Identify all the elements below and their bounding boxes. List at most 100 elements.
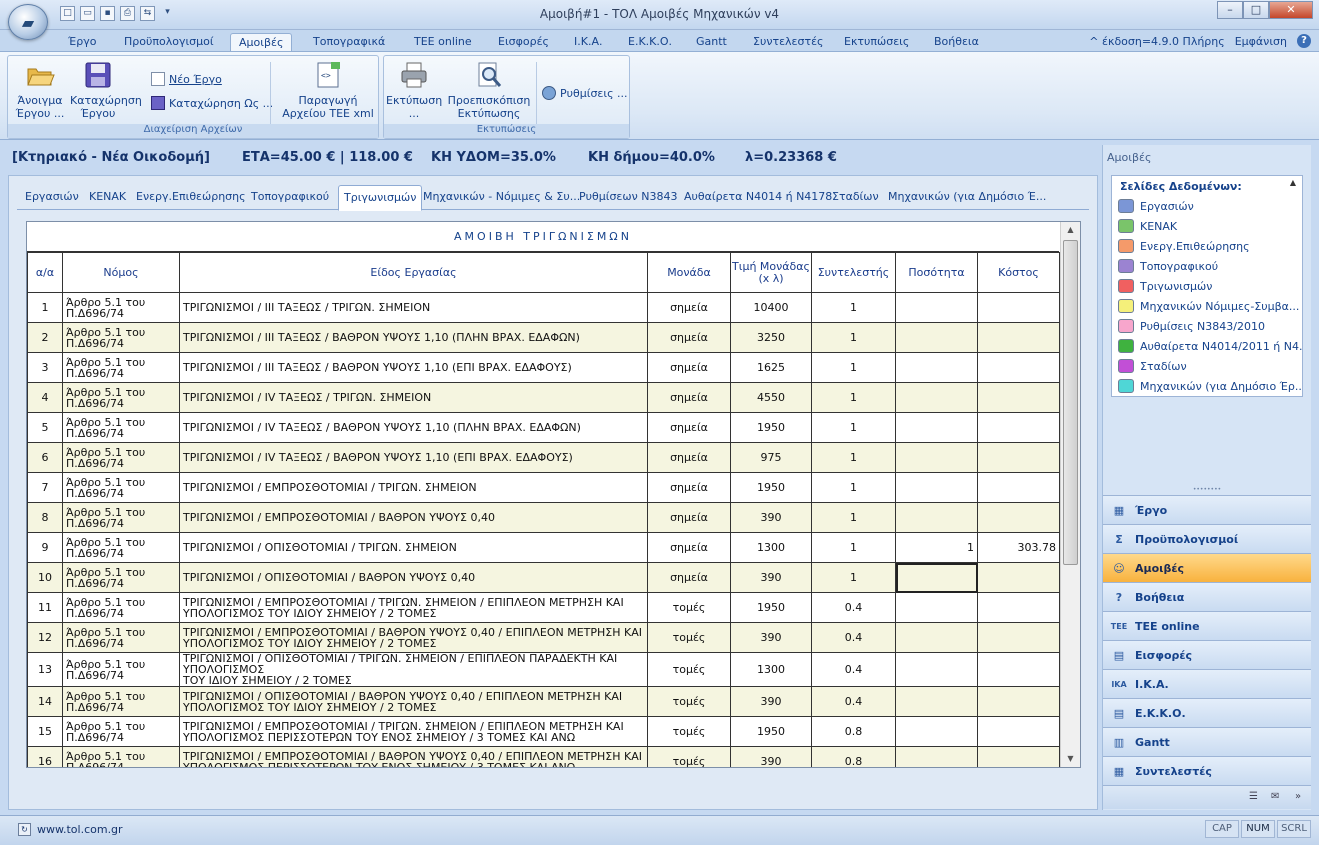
data-page-item[interactable]: Εργασιών <box>1112 196 1302 216</box>
cell-law[interactable]: Άρθρο 5.1 του Π.Δ696/74 <box>62 562 180 593</box>
scroll-down-arrow-icon[interactable]: ▼ <box>1061 751 1080 767</box>
table-row[interactable]: 7 Άρθρο 5.1 του Π.Δ696/74 ΤΡΙΓΩΝΙΣΜΟΙ / ΕΜΠ… <box>27 472 1060 503</box>
mail-icon[interactable]: ✉ <box>1271 791 1279 802</box>
data-page-item[interactable]: Σταδίων <box>1112 356 1302 376</box>
data-page-item[interactable]: ΚΕΝΑΚ <box>1112 216 1302 236</box>
cell-law[interactable]: Άρθρο 5.1 του Π.Δ696/74 <box>62 442 180 473</box>
generate-tee-xml-button[interactable]: <> ΠαραγωγήΑρχείου ΤΕΕ xml ... <box>278 60 378 133</box>
cell-coefficient[interactable]: 1 <box>811 502 896 533</box>
cell-quantity[interactable] <box>895 716 978 747</box>
scroll-up-arrow-icon[interactable]: ▲ <box>1061 222 1080 238</box>
data-page-item[interactable]: Ρυθμίσεις Ν3843/2010 <box>1112 316 1302 336</box>
print-preview-button[interactable]: Προεπισκόπιση Εκτύπωσης <box>444 60 534 120</box>
cell-coefficient[interactable]: 1 <box>811 382 896 413</box>
subtab-michanikon-dimosio[interactable]: Μηχανικών (για Δημόσιο Έ... <box>888 190 1046 203</box>
cell-unit[interactable]: τομές <box>647 746 731 767</box>
data-page-item[interactable]: Μηχανικών Νόμιμες-Συμβα... <box>1112 296 1302 316</box>
cell-coefficient[interactable]: 1 <box>811 352 896 383</box>
nav-button[interactable]: ▦ Συντελεστές <box>1103 756 1311 785</box>
tab-voitheia[interactable]: Βοήθεια <box>926 33 987 52</box>
tab-eisfores[interactable]: Εισφορές <box>490 33 557 52</box>
cell-quantity[interactable] <box>895 622 978 653</box>
cell-coefficient[interactable]: 1 <box>811 442 896 473</box>
cell-law[interactable]: Άρθρο 5.1 του Π.Δ696/74 <box>62 716 180 747</box>
nav-button[interactable]: ▤ Εισφορές <box>1103 640 1311 669</box>
cell-work-type[interactable]: ΤΡΙΓΩΝΙΣΜΟΙ / ΕΜΠΡΟΣΘΟΤΟΜΙΑΙ / ΒΑΘΡΟΝ ΥΨ… <box>179 746 648 767</box>
cell-unit[interactable]: σημεία <box>647 442 731 473</box>
cell-unit[interactable]: σημεία <box>647 562 731 593</box>
cell-work-type[interactable]: ΤΡΙΓΩΝΙΣΜΟΙ / ΕΜΠΡΟΣΘΟΤΟΜΙΑΙ / ΒΑΘΡΟΝ ΥΨ… <box>179 502 648 533</box>
cell-unit-price[interactable]: 390 <box>730 622 812 653</box>
cell-coefficient[interactable]: 0.8 <box>811 746 896 767</box>
cell-work-type[interactable]: ΤΡΙΓΩΝΙΣΜΟΙ / ΟΠΙΣΘΟΤΟΜΙΑΙ / ΤΡΙΓΩΝ. ΣΗΜ… <box>179 652 648 687</box>
subtab-energ-epitheorisis[interactable]: Ενεργ.Επιθεώρησης <box>136 190 246 203</box>
cell-unit-price[interactable]: 390 <box>730 502 812 533</box>
nav-button[interactable]: ▤ Ε.Κ.Κ.Ο. <box>1103 698 1311 727</box>
col-aa[interactable]: α/α <box>27 252 63 293</box>
cell-work-type[interactable]: ΤΡΙΓΩΝΙΣΜΟΙ / ΙΙΙ ΤΑΞΕΩΣ / ΤΡΙΓΩΝ. ΣΗΜΕΙ… <box>179 292 648 323</box>
cell-coefficient[interactable]: 1 <box>811 292 896 323</box>
tab-ektyposeis[interactable]: Εκτυπώσεις <box>836 33 917 52</box>
cell-law[interactable]: Άρθρο 5.1 του Π.Δ696/74 <box>62 622 180 653</box>
cell-law[interactable]: Άρθρο 5.1 του Π.Δ696/74 <box>62 652 180 687</box>
cell-work-type[interactable]: ΤΡΙΓΩΝΙΣΜΟΙ / ΟΠΙΣΘΟΤΟΜΙΑΙ / ΤΡΙΓΩΝ. ΣΗΜ… <box>179 532 648 563</box>
table-row[interactable]: 8 Άρθρο 5.1 του Π.Δ696/74 ΤΡΙΓΩΝΙΣΜΟΙ / ΕΜΠ… <box>27 502 1060 533</box>
cell-law[interactable]: Άρθρο 5.1 του Π.Δ696/74 <box>62 382 180 413</box>
minimize-button[interactable]: – <box>1217 1 1243 19</box>
view-menu[interactable]: Εμφάνιση <box>1235 35 1287 48</box>
cell-quantity[interactable] <box>895 592 978 623</box>
cell-work-type[interactable]: ΤΡΙΓΩΝΙΣΜΟΙ / ΕΜΠΡΟΣΘΟΤΟΜΙΑΙ / ΤΡΙΓΩΝ. Σ… <box>179 472 648 503</box>
cell-unit-price[interactable]: 1625 <box>730 352 812 383</box>
cell-unit[interactable]: τομές <box>647 686 731 717</box>
cell-unit[interactable]: σημεία <box>647 502 731 533</box>
table-row[interactable]: 9 Άρθρο 5.1 του Π.Δ696/74 ΤΡΙΓΩΝΙΣΜΟΙ / ΟΠΙ… <box>27 532 1060 563</box>
cell-coefficient[interactable]: 0.4 <box>811 592 896 623</box>
subtab-michanikon-nomimes[interactable]: Μηχανικών - Νόμιμες & Συ... <box>423 190 580 203</box>
cell-quantity[interactable] <box>895 746 978 767</box>
table-row[interactable]: 15 Άρθρο 5.1 του Π.Δ696/74 ΤΡΙΓΩΝΙΣΜΟΙ / ΕΜ… <box>27 716 1060 747</box>
subtab-topografikou[interactable]: Τοπογραφικού <box>251 190 329 203</box>
nav-button[interactable]: IKA Ι.Κ.Α. <box>1103 669 1311 698</box>
table-row[interactable]: 6 Άρθρο 5.1 του Π.Δ696/74 ΤΡΙΓΩΝΙΣΜΟΙ / ΙV … <box>27 442 1060 473</box>
cell-coefficient[interactable]: 0.4 <box>811 652 896 687</box>
nav-button[interactable]: ☺ Αμοιβές <box>1103 553 1311 582</box>
table-row[interactable]: 13 Άρθρο 5.1 του Π.Δ696/74 ΤΡΙΓΩΝΙΣΜΟΙ / ΟΠ… <box>27 652 1060 687</box>
print-button[interactable]: Εκτύπωση... <box>386 60 442 120</box>
table-row[interactable]: 5 Άρθρο 5.1 του Π.Δ696/74 ΤΡΙΓΩΝΙΣΜΟΙ / ΙV … <box>27 412 1060 443</box>
cell-unit-price[interactable]: 975 <box>730 442 812 473</box>
cell-unit-price[interactable]: 10400 <box>730 292 812 323</box>
cell-law[interactable]: Άρθρο 5.1 του Π.Δ696/74 <box>62 472 180 503</box>
cell-coefficient[interactable]: 0.4 <box>811 686 896 717</box>
cell-unit-price[interactable]: 1950 <box>730 592 812 623</box>
cell-unit[interactable]: σημεία <box>647 412 731 443</box>
subtab-kenak[interactable]: ΚΕΝΑΚ <box>89 190 126 203</box>
data-pages-header[interactable]: Σελίδες Δεδομένων: ▲ <box>1112 176 1302 196</box>
cell-work-type[interactable]: ΤΡΙΓΩΝΙΣΜΟΙ / ΙΙΙ ΤΑΞΕΩΣ / ΒΑΘΡΟΝ ΥΨΟΥΣ … <box>179 322 648 353</box>
nav-button[interactable]: TEE TEE online <box>1103 611 1311 640</box>
cell-work-type[interactable]: ΤΡΙΓΩΝΙΣΜΟΙ / ΙV ΤΑΞΕΩΣ / ΒΑΘΡΟΝ ΥΨΟΥΣ 1… <box>179 412 648 443</box>
table-row[interactable]: 14 Άρθρο 5.1 του Π.Δ696/74 ΤΡΙΓΩΝΙΣΜΟΙ / ΟΠ… <box>27 686 1060 717</box>
cell-unit-price[interactable]: 1950 <box>730 412 812 443</box>
cell-law[interactable]: Άρθρο 5.1 του Π.Δ696/74 <box>62 322 180 353</box>
configure-buttons-icon[interactable]: » <box>1295 791 1301 802</box>
col-quantity[interactable]: Ποσότητα <box>895 252 978 293</box>
table-row[interactable]: 10 Άρθρο 5.1 του Π.Δ696/74 ΤΡΙΓΩΝΙΣΜΟΙ / ΟΠ… <box>27 562 1060 593</box>
cell-coefficient[interactable]: 0.8 <box>811 716 896 747</box>
nav-button[interactable]: Σ Προϋπολογισμοί <box>1103 524 1311 553</box>
data-page-item[interactable]: Ενεργ.Επιθεώρησης <box>1112 236 1302 256</box>
data-page-item[interactable]: Τριγωνισμών <box>1112 276 1302 296</box>
cell-work-type[interactable]: ΤΡΙΓΩΝΙΣΜΟΙ / ΙV ΤΑΞΕΩΣ / ΤΡΙΓΩΝ. ΣΗΜΕΙΟ… <box>179 382 648 413</box>
cell-quantity[interactable] <box>895 442 978 473</box>
cell-unit-price[interactable]: 390 <box>730 686 812 717</box>
subtab-rythmiseon-n3843[interactable]: Ρυθμίσεων Ν3843 <box>579 190 677 203</box>
cell-quantity[interactable] <box>895 562 978 593</box>
cell-law[interactable]: Άρθρο 5.1 του Π.Δ696/74 <box>62 592 180 623</box>
col-cost[interactable]: Κόστος <box>977 252 1060 293</box>
tab-ekko[interactable]: Ε.Κ.Κ.Ο. <box>620 33 680 52</box>
nav-button[interactable]: ? Βοήθεια <box>1103 582 1311 611</box>
cell-unit[interactable]: σημεία <box>647 352 731 383</box>
cell-unit-price[interactable]: 1950 <box>730 716 812 747</box>
cell-quantity[interactable] <box>895 652 978 687</box>
cell-quantity[interactable] <box>895 322 978 353</box>
close-button[interactable]: ✕ <box>1269 1 1313 19</box>
